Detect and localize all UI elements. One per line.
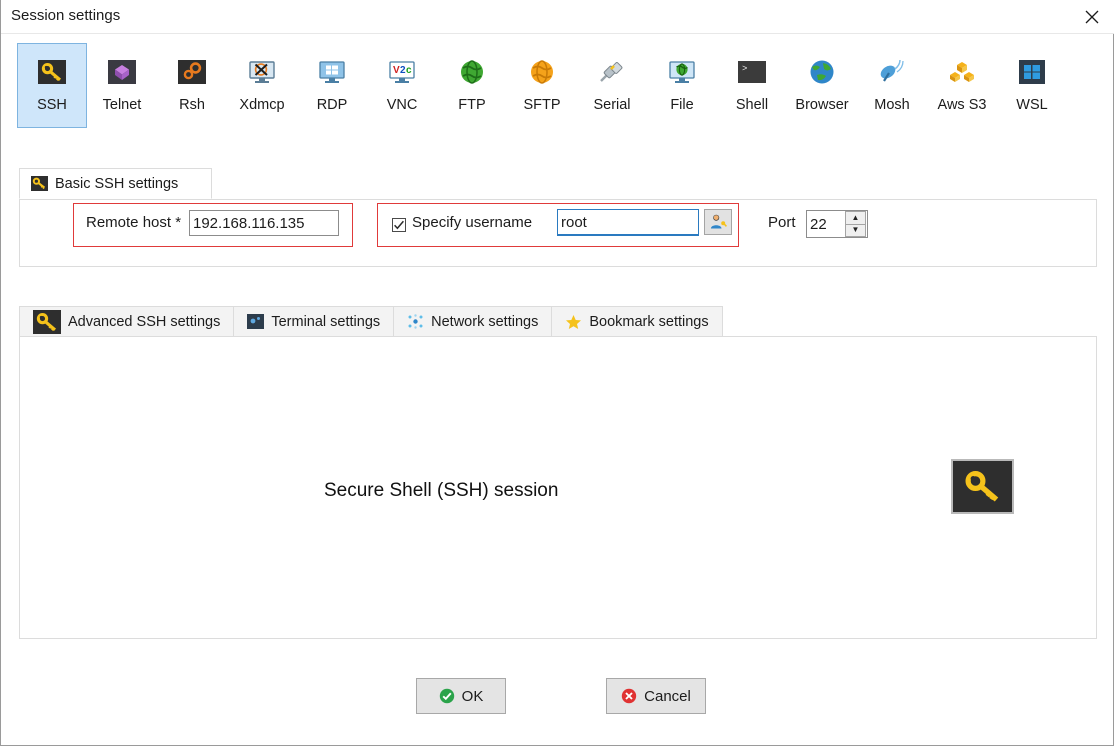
remote-host-label: Remote host * <box>86 214 182 231</box>
session-type-browser[interactable]: Browser <box>787 43 857 128</box>
cancel-button-label: Cancel <box>644 687 691 705</box>
settings-tab-strip: Advanced SSH settings Terminal settings Ne… <box>19 306 723 337</box>
session-settings-dialog: Session settings SSH Telnet Rsh Xdmcp RDP V 2 c… <box>0 0 1114 746</box>
basic-ssh-settings-tab-label: Basic SSH settings <box>55 175 179 192</box>
network-dots-icon <box>407 314 424 329</box>
session-type-label: Rsh <box>179 97 205 113</box>
session-type-sftp[interactable]: SFTP <box>507 43 577 128</box>
session-type-label: SFTP <box>523 97 561 113</box>
session-type-label: Mosh <box>874 97 910 113</box>
specify-username-label: Specify username <box>412 214 533 231</box>
browser-globe-icon <box>806 56 838 88</box>
close-icon <box>1085 10 1099 23</box>
svg-text:c: c <box>406 65 412 76</box>
spinner-down-glyph: ▼ <box>851 225 860 235</box>
serial-plug-icon <box>596 56 628 88</box>
ssh-key-icon <box>36 56 68 88</box>
tab-label: Bookmark settings <box>589 313 709 330</box>
port-spinner-buttons: ▲ ▼ <box>845 211 866 237</box>
port-label: Port <box>768 214 796 231</box>
svg-text:V: V <box>393 65 400 76</box>
session-type-shell[interactable]: > Shell <box>717 43 787 128</box>
session-type-label: Serial <box>593 97 631 113</box>
ok-button-label: OK <box>461 687 484 705</box>
mosh-dish-icon <box>876 56 908 88</box>
session-type-toolbar: SSH Telnet Rsh Xdmcp RDP V 2 c VNC FTP SFTP Serial F… <box>1 34 1114 139</box>
tab-label: Advanced SSH settings <box>68 313 221 330</box>
session-type-aws-s3[interactable]: Aws S3 <box>927 43 997 128</box>
session-type-label: Xdmcp <box>239 97 285 113</box>
red-x-icon <box>621 688 637 704</box>
session-type-label: Aws S3 <box>937 97 987 113</box>
tab-bookmark-settings[interactable]: Bookmark settings <box>551 306 723 337</box>
session-description-panel: Secure Shell (SSH) session <box>19 336 1097 639</box>
ssh-key-icon <box>33 309 61 334</box>
session-type-label: Shell <box>735 97 769 113</box>
sftp-globe-icon <box>526 56 558 88</box>
tab-network-settings[interactable]: Network settings <box>393 306 552 337</box>
green-check-icon <box>439 688 454 704</box>
session-type-rsh[interactable]: Rsh <box>157 43 227 128</box>
session-type-label: RDP <box>316 97 348 113</box>
cancel-button[interactable]: Cancel <box>606 678 706 714</box>
ftp-globe-icon <box>456 56 488 88</box>
tab-terminal-settings[interactable]: Terminal settings <box>233 306 394 337</box>
svg-text:>: > <box>742 64 747 74</box>
port-increment-button[interactable]: ▲ <box>845 211 866 225</box>
rdp-monitor-icon <box>316 56 348 88</box>
ssh-key-icon <box>31 176 48 191</box>
session-type-vnc[interactable]: V 2 c VNC <box>367 43 437 128</box>
aws-s3-icon <box>946 56 978 88</box>
basic-ssh-settings-panel: Remote host * Specify username Port <box>19 199 1097 267</box>
user-key-icon <box>710 214 727 229</box>
port-decrement-button[interactable]: ▼ <box>845 224 866 237</box>
specify-username-checkbox[interactable] <box>392 218 406 232</box>
file-monitor-icon <box>666 56 698 88</box>
xdmcp-x-icon <box>246 56 278 88</box>
telnet-cube-icon <box>106 56 138 88</box>
session-type-label: WSL <box>1016 97 1048 113</box>
session-type-mosh[interactable]: Mosh <box>857 43 927 128</box>
checkmark-icon <box>394 220 404 230</box>
ssh-key-large-icon <box>951 459 1014 514</box>
username-input[interactable] <box>557 209 699 236</box>
session-type-label: Browser <box>795 97 849 113</box>
session-type-serial[interactable]: Serial <box>577 43 647 128</box>
close-button[interactable] <box>1069 0 1114 33</box>
username-picker-button[interactable] <box>704 209 732 235</box>
rsh-gears-icon <box>176 56 208 88</box>
session-type-xdmcp[interactable]: Xdmcp <box>227 43 297 128</box>
session-type-wsl[interactable]: WSL <box>997 43 1067 128</box>
title-bar: Session settings <box>1 0 1114 34</box>
session-type-label: FTP <box>458 97 486 113</box>
wsl-windows-icon <box>1016 56 1048 88</box>
session-type-telnet[interactable]: Telnet <box>87 43 157 128</box>
port-input[interactable] <box>807 211 845 237</box>
session-type-ftp[interactable]: FTP <box>437 43 507 128</box>
tab-label: Terminal settings <box>271 313 381 330</box>
tab-label: Network settings <box>431 313 539 330</box>
basic-ssh-settings-tab[interactable]: Basic SSH settings <box>19 168 212 199</box>
session-type-rdp[interactable]: RDP <box>297 43 367 128</box>
session-type-label: File <box>670 97 694 113</box>
shell-prompt-icon: > <box>736 56 768 88</box>
session-type-label: SSH <box>37 97 67 113</box>
session-description-text: Secure Shell (SSH) session <box>324 480 559 501</box>
tab-advanced-ssh-settings[interactable]: Advanced SSH settings <box>19 306 234 337</box>
vnc-monitor-icon: V2c <box>386 56 418 88</box>
terminal-icon <box>247 314 265 329</box>
session-type-label: Telnet <box>102 97 142 113</box>
ok-button[interactable]: OK <box>416 678 506 714</box>
star-icon <box>565 314 582 330</box>
spinner-up-glyph: ▲ <box>851 212 860 222</box>
remote-host-input[interactable] <box>189 210 339 236</box>
port-stepper[interactable]: ▲ ▼ <box>806 210 868 238</box>
session-type-label: VNC <box>386 97 418 113</box>
session-type-ssh[interactable]: SSH <box>17 43 87 128</box>
window-title: Session settings <box>11 7 121 24</box>
session-type-file[interactable]: File <box>647 43 717 128</box>
